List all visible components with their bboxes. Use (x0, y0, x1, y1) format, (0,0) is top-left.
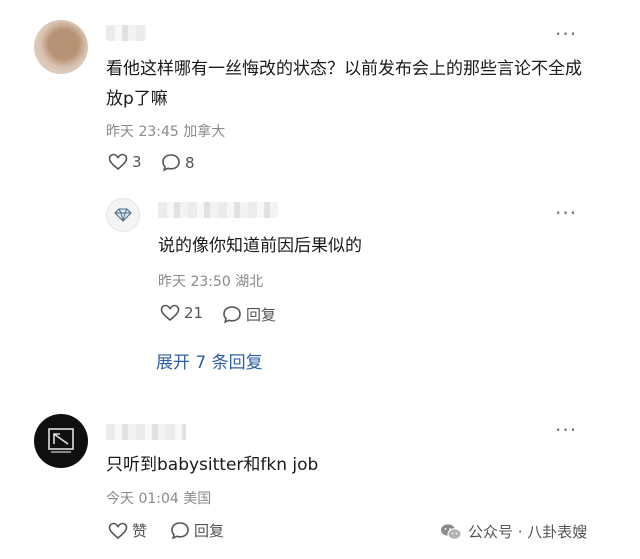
username-blurred-2[interactable] (158, 202, 278, 218)
reply-like-button[interactable]: 21 (160, 304, 203, 322)
avatar-commenter-1[interactable] (34, 20, 88, 74)
reply-text: 说的像你知道前因后果似的 (158, 236, 362, 256)
comment-icon (171, 522, 189, 540)
reply-meta: 昨天 23:50 湖北 (158, 271, 263, 291)
comment-1-time: 昨天 23:45 (106, 124, 179, 140)
comment-1-text: 看他这样哪有一丝悔改的状态？以前发布会上的那些言论不全成放p了嘛 (106, 59, 582, 109)
username-blurred-3[interactable] (106, 424, 186, 440)
comment-2-time: 今天 01:04 (106, 491, 179, 507)
comment-2-meta: 今天 01:04 美国 (106, 488, 211, 508)
diamond-icon (114, 208, 132, 222)
logo-icon (48, 428, 74, 453)
heart-icon (160, 304, 180, 322)
more-icon[interactable]: ··· (555, 420, 577, 440)
avatar-replier[interactable] (106, 198, 140, 232)
comment-2-text: 只听到babysitter和fkn job (106, 455, 319, 475)
comment-1-like-button[interactable]: 3 (108, 153, 142, 171)
more-icon[interactable]: ··· (555, 203, 577, 223)
comment-2-like-label: 赞 (132, 522, 148, 540)
expand-replies-link[interactable]: 展开 7 条回复 (156, 348, 263, 373)
comment-2-reply-label: 回复 (194, 522, 225, 540)
reply-location: 湖北 (235, 274, 264, 290)
watermark: 公众号 · 八卦表嫂 (440, 521, 587, 542)
comment-2-like-button[interactable]: 赞 (108, 520, 147, 541)
watermark-text: 公众号 · 八卦表嫂 (468, 523, 588, 541)
reply-time: 昨天 23:50 (158, 274, 231, 290)
heart-icon (108, 522, 128, 539)
wechat-icon (441, 523, 462, 540)
username-blurred-1[interactable] (106, 25, 146, 41)
comment-2-reply-button[interactable]: 回复 (170, 520, 224, 541)
reply-reply-label: 回复 (246, 306, 277, 324)
comment-1-reply-button[interactable]: 8 (161, 153, 195, 172)
reply-reply-button[interactable]: 回复 (222, 304, 276, 325)
avatar-commenter-2[interactable] (34, 414, 88, 468)
comment-1-reply-count: 8 (185, 153, 195, 172)
comment-1-like-count: 3 (132, 153, 142, 171)
reply-like-count: 21 (184, 304, 204, 322)
heart-icon (108, 153, 128, 171)
comment-2-location: 美国 (183, 491, 212, 507)
comment-1-location: 加拿大 (183, 124, 226, 140)
more-icon[interactable]: ··· (555, 24, 577, 44)
comment-1-meta: 昨天 23:45 加拿大 (106, 121, 225, 141)
comment-icon (162, 154, 180, 172)
comment-icon (223, 306, 241, 324)
